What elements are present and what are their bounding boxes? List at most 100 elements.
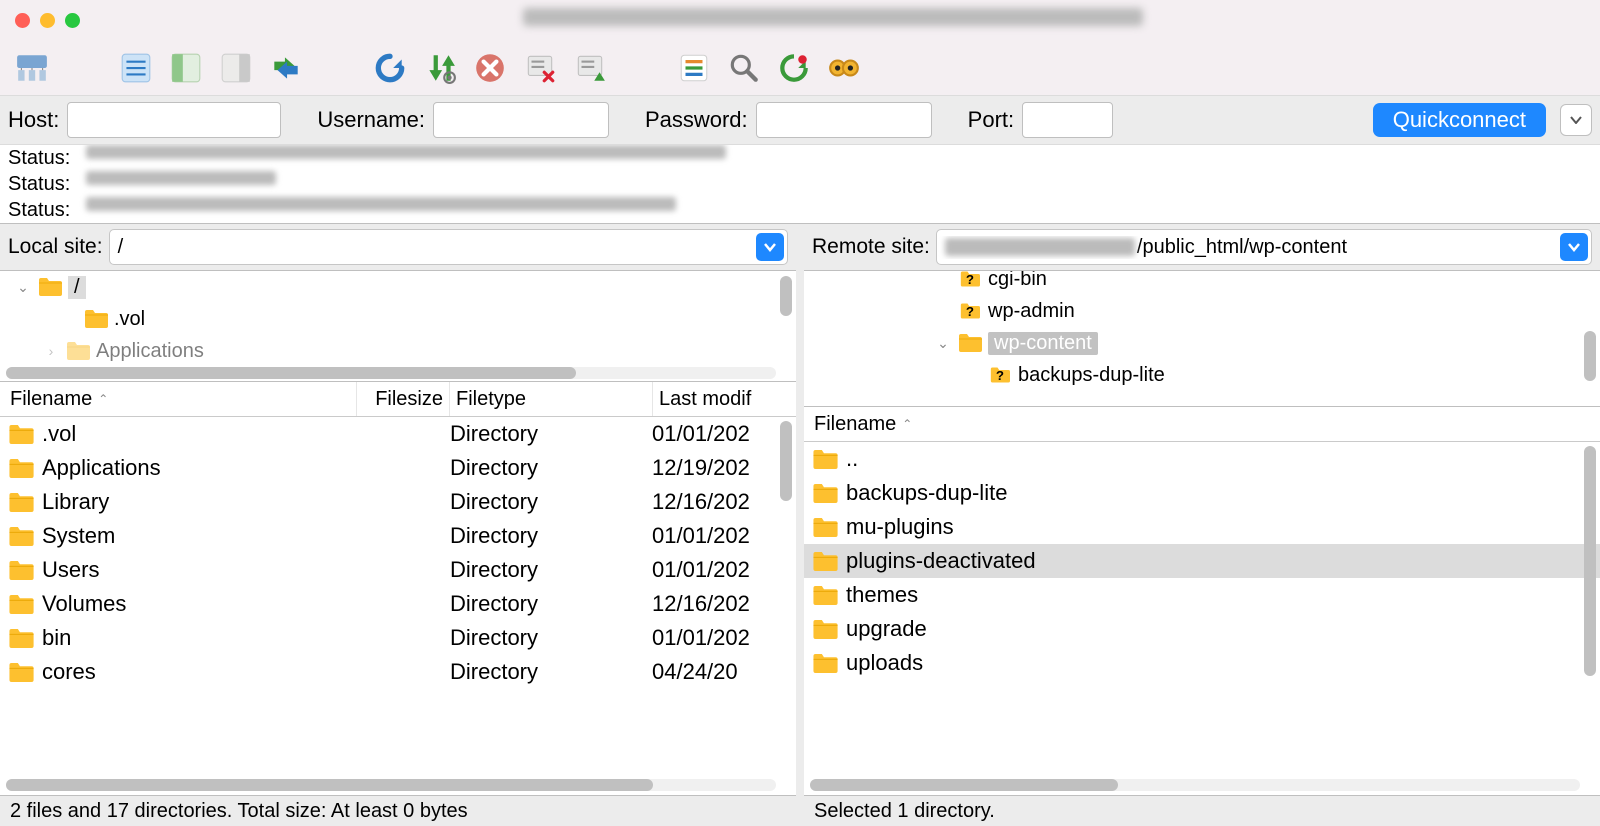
- unknown-folder-icon: [958, 270, 982, 289]
- folder-icon: [8, 594, 34, 615]
- sync-browse-button[interactable]: [825, 49, 863, 87]
- toolbar: [0, 40, 1600, 95]
- list-v-scrollbar[interactable]: [1584, 446, 1596, 676]
- window-minimize-button[interactable]: [40, 13, 55, 28]
- remote-file-list[interactable]: .. backups-dup-litemu-pluginsplugins-deac…: [804, 442, 1600, 795]
- file-row[interactable]: uploads: [804, 646, 1600, 680]
- compare-button[interactable]: [775, 49, 813, 87]
- username-label: Username:: [317, 107, 425, 133]
- folder-icon: [8, 662, 34, 683]
- file-type: Directory: [444, 659, 646, 685]
- port-label: Port:: [968, 107, 1014, 133]
- disconnect-button[interactable]: [521, 49, 559, 87]
- list-h-scrollbar[interactable]: [6, 779, 776, 791]
- file-row[interactable]: themes: [804, 578, 1600, 612]
- host-input[interactable]: [67, 102, 281, 138]
- disclosure-icon[interactable]: ⌄: [14, 279, 32, 296]
- tree-h-scrollbar[interactable]: [6, 367, 776, 379]
- disclosure-icon[interactable]: ›: [42, 343, 60, 359]
- tree-item[interactable]: cgi-bin: [804, 270, 1600, 295]
- tree-item[interactable]: backups-dup-lite: [804, 359, 1600, 391]
- col-filename[interactable]: Filename⌃: [808, 407, 1596, 441]
- file-row[interactable]: mu-plugins: [804, 510, 1600, 544]
- refresh-button[interactable]: [371, 49, 409, 87]
- host-label: Host:: [8, 107, 59, 133]
- unknown-folder-icon: [988, 365, 1012, 385]
- log-status-label: Status:: [8, 197, 74, 223]
- remote-list-header[interactable]: Filename⌃: [804, 407, 1600, 442]
- port-input[interactable]: [1022, 102, 1113, 138]
- tree-item[interactable]: › Applications: [0, 335, 796, 367]
- file-row[interactable]: upgrade: [804, 612, 1600, 646]
- splitter[interactable]: [796, 224, 804, 826]
- file-type: Directory: [444, 489, 646, 515]
- quickconnect-history-button[interactable]: [1560, 104, 1592, 136]
- remote-tree[interactable]: cgi-bin wp-admin ⌄wp-contentbackups-dup-li…: [804, 270, 1600, 407]
- local-site-combo[interactable]: /: [109, 229, 788, 265]
- local-tree[interactable]: ⌄ / .vol › Applications: [0, 270, 796, 382]
- file-name: Volumes: [42, 591, 126, 617]
- chevron-down-icon[interactable]: [756, 233, 784, 261]
- username-input[interactable]: [433, 102, 609, 138]
- filter-button[interactable]: [675, 49, 713, 87]
- file-row[interactable]: SystemDirectory01/01/202: [0, 519, 796, 553]
- local-pane: Local site: / ⌄ / .vol › Applications: [0, 224, 796, 826]
- process-queue-button[interactable]: [421, 49, 459, 87]
- window-close-button[interactable]: [15, 13, 30, 28]
- file-row[interactable]: ApplicationsDirectory12/19/202: [0, 451, 796, 485]
- file-row[interactable]: binDirectory01/01/202: [0, 621, 796, 655]
- local-file-list[interactable]: .volDirectory01/01/202ApplicationsDirect…: [0, 417, 796, 795]
- toggle-local-tree-button[interactable]: [167, 49, 205, 87]
- tree-label: wp-admin: [988, 300, 1083, 323]
- file-row[interactable]: UsersDirectory01/01/202: [0, 553, 796, 587]
- file-row[interactable]: LibraryDirectory12/16/202: [0, 485, 796, 519]
- toggle-remote-tree-button[interactable]: [217, 49, 255, 87]
- file-row[interactable]: backups-dup-lite: [804, 476, 1600, 510]
- col-lastmodified[interactable]: Last modif: [653, 382, 792, 416]
- file-row[interactable]: VolumesDirectory12/16/202: [0, 587, 796, 621]
- file-name: ..: [846, 446, 858, 472]
- folder-icon: [812, 551, 838, 572]
- reconnect-button[interactable]: [571, 49, 609, 87]
- tree-item[interactable]: .vol: [0, 303, 796, 335]
- tree-item[interactable]: ⌄ /: [0, 271, 796, 303]
- file-row[interactable]: .volDirectory01/01/202: [0, 417, 796, 451]
- toggle-queue-button[interactable]: [267, 49, 305, 87]
- col-filename[interactable]: Filename⌃: [4, 382, 357, 416]
- file-row[interactable]: cores Directory04/24/20: [0, 655, 796, 689]
- remote-site-label: Remote site:: [812, 235, 930, 259]
- folder-icon: [66, 341, 90, 361]
- file-modified: 12/16/202: [646, 591, 796, 617]
- file-name: bin: [42, 625, 71, 651]
- tree-item[interactable]: ⌄wp-content: [804, 327, 1600, 359]
- col-filesize[interactable]: Filesize: [357, 382, 450, 416]
- file-name: cores: [42, 659, 96, 685]
- window-zoom-button[interactable]: [65, 13, 80, 28]
- search-button[interactable]: [725, 49, 763, 87]
- file-modified: 04/24/20: [646, 659, 796, 685]
- file-type: Directory: [444, 557, 646, 583]
- chevron-down-icon[interactable]: [1560, 233, 1588, 261]
- tree-v-scrollbar[interactable]: [1584, 331, 1596, 381]
- site-manager-button[interactable]: [13, 49, 51, 87]
- tree-v-scrollbar[interactable]: [780, 276, 792, 316]
- file-modified: 01/01/202: [646, 421, 796, 447]
- file-row[interactable]: plugins-deactivated: [804, 544, 1600, 578]
- folder-icon: [812, 517, 838, 538]
- folder-icon: [8, 492, 34, 513]
- message-log[interactable]: Status: Status: Status:: [0, 145, 1600, 224]
- list-h-scrollbar[interactable]: [810, 779, 1580, 791]
- remote-site-combo[interactable]: /public_html/wp-content: [936, 229, 1592, 265]
- local-site-label: Local site:: [8, 235, 103, 259]
- list-v-scrollbar[interactable]: [780, 421, 792, 501]
- file-row[interactable]: ..: [804, 442, 1600, 476]
- col-filetype[interactable]: Filetype: [450, 382, 653, 416]
- disclosure-icon[interactable]: ⌄: [934, 335, 952, 352]
- folder-icon: [8, 560, 34, 581]
- local-list-header[interactable]: Filename⌃ Filesize Filetype Last modif: [0, 382, 796, 417]
- cancel-button[interactable]: [471, 49, 509, 87]
- tree-item[interactable]: wp-admin: [804, 295, 1600, 327]
- toggle-log-button[interactable]: [117, 49, 155, 87]
- password-input[interactable]: [756, 102, 932, 138]
- quickconnect-button[interactable]: Quickconnect: [1373, 103, 1546, 137]
